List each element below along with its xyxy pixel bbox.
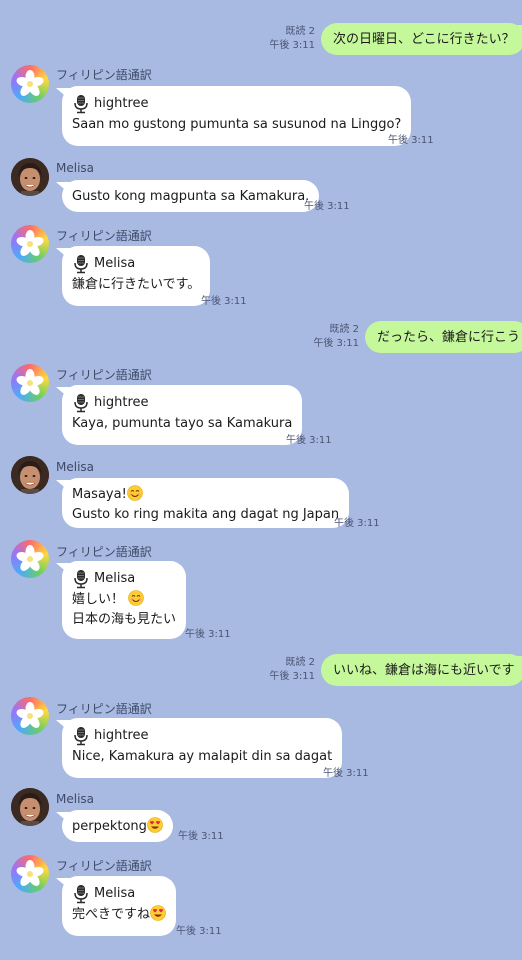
read-count: 既読 2 <box>285 26 315 37</box>
flower-logo-icon[interactable] <box>11 65 49 103</box>
microphone-icon <box>72 254 90 274</box>
message-bubble[interactable]: いいね、鎌倉は海にも近いです <box>321 654 522 686</box>
message-bubble[interactable]: perpektong <box>62 810 173 842</box>
timestamp: 午後 3:11 <box>313 338 359 349</box>
flower-logo-icon[interactable] <box>11 225 49 263</box>
microphone-icon <box>72 393 90 413</box>
read-receipt: 既読 2 午後 3:11 <box>250 25 315 53</box>
read-count: 既読 2 <box>285 657 315 668</box>
user-photo-avatar[interactable] <box>11 788 49 826</box>
message-text: Saan mo gustong pumunta sa susunod na Li… <box>72 117 402 132</box>
heart-eyes-emoji <box>150 905 166 921</box>
speaker-name: hightree <box>94 728 149 743</box>
message-bubble[interactable]: 次の日曜日、どこに行きたい？ <box>321 23 522 55</box>
microphone-icon <box>72 726 90 746</box>
read-receipt: 既読 2 午後 3:11 <box>250 656 315 684</box>
user-photo-avatar[interactable] <box>11 456 49 494</box>
message-bubble[interactable]: Melisa 鎌倉に行きたいです。 <box>62 246 211 306</box>
message-text: 次の日曜日、どこに行きたい？ <box>333 32 515 47</box>
message-text: 完ぺきですね <box>72 907 151 922</box>
sender-name: フィリピン語通訳 <box>56 229 152 243</box>
timestamp: 午後 3:11 <box>178 831 224 842</box>
message-bubble[interactable]: Gusto kong magpunta sa Kamakura. <box>62 180 320 212</box>
microphone-icon <box>72 94 90 114</box>
heart-eyes-emoji <box>147 817 163 833</box>
message-text: いいね、鎌倉は海にも近いです <box>333 663 515 678</box>
message-text-line1: Masaya! <box>72 487 127 502</box>
sender-name: フィリピン語通訳 <box>56 368 152 382</box>
smiling-face-emoji <box>128 590 144 606</box>
message-bubble[interactable]: Melisa 嬉しい！ 日本の海も見たい <box>62 561 187 639</box>
timestamp: 午後 3:11 <box>286 435 332 446</box>
message-text: perpektong <box>72 819 147 834</box>
timestamp: 午後 3:11 <box>269 671 315 682</box>
sender-name: フィリピン語通訳 <box>56 545 152 559</box>
speaker-name: Melisa <box>94 886 136 901</box>
read-receipt: 既読 2 午後 3:11 <box>294 323 359 351</box>
message-bubble[interactable]: だったら、鎌倉に行こう <box>365 321 522 353</box>
read-count: 既読 2 <box>329 324 359 335</box>
timestamp: 午後 3:11 <box>304 201 350 212</box>
message-text-line1: 嬉しい！ <box>72 592 125 607</box>
sender-name: フィリピン語通訳 <box>56 702 152 716</box>
smiling-face-emoji <box>127 485 143 501</box>
microphone-icon <box>72 569 90 589</box>
timestamp: 午後 3:11 <box>185 629 231 640</box>
sender-name: フィリピン語通訳 <box>56 859 152 873</box>
timestamp: 午後 3:11 <box>388 135 434 146</box>
speaker-name: hightree <box>94 395 149 410</box>
timestamp: 午後 3:11 <box>201 296 247 307</box>
flower-logo-icon[interactable] <box>11 364 49 402</box>
sender-name: Melisa <box>56 460 95 474</box>
message-text-line2: Gusto ko ring makita ang dagat ng Japan <box>72 507 340 522</box>
microphone-icon <box>72 884 90 904</box>
message-bubble[interactable]: Masaya! Gusto ko ring makita ang dagat n… <box>62 478 350 528</box>
message-text: Nice, Kamakura ay malapit din sa dagat <box>72 749 333 764</box>
message-bubble[interactable]: hightree Kaya, pumunta tayo sa Kamakura <box>62 385 303 445</box>
message-text: 鎌倉に行きたいです。 <box>72 277 201 292</box>
sender-name: Melisa <box>56 792 95 806</box>
flower-logo-icon[interactable] <box>11 855 49 893</box>
speaker-name: Melisa <box>94 571 136 586</box>
message-text: Gusto kong magpunta sa Kamakura. <box>72 189 310 204</box>
message-text: だったら、鎌倉に行こう <box>377 330 521 345</box>
message-bubble[interactable]: Melisa 完ぺきですね <box>62 876 177 936</box>
timestamp: 午後 3:11 <box>323 768 369 779</box>
sender-name: フィリピン語通訳 <box>56 68 152 82</box>
timestamp: 午後 3:11 <box>176 926 222 937</box>
speaker-name: Melisa <box>94 256 136 271</box>
timestamp: 午後 3:11 <box>269 40 315 51</box>
speaker-name: hightree <box>94 96 149 111</box>
flower-logo-icon[interactable] <box>11 697 49 735</box>
message-text: Kaya, pumunta tayo sa Kamakura <box>72 416 293 431</box>
flower-logo-icon[interactable] <box>11 540 49 578</box>
timestamp: 午後 3:11 <box>334 518 380 529</box>
message-bubble[interactable]: hightree Saan mo gustong pumunta sa susu… <box>62 86 412 146</box>
message-bubble[interactable]: hightree Nice, Kamakura ay malapit din s… <box>62 718 343 778</box>
user-photo-avatar[interactable] <box>11 158 49 196</box>
message-text-line2: 日本の海も見たい <box>72 612 177 627</box>
sender-name: Melisa <box>56 161 95 175</box>
